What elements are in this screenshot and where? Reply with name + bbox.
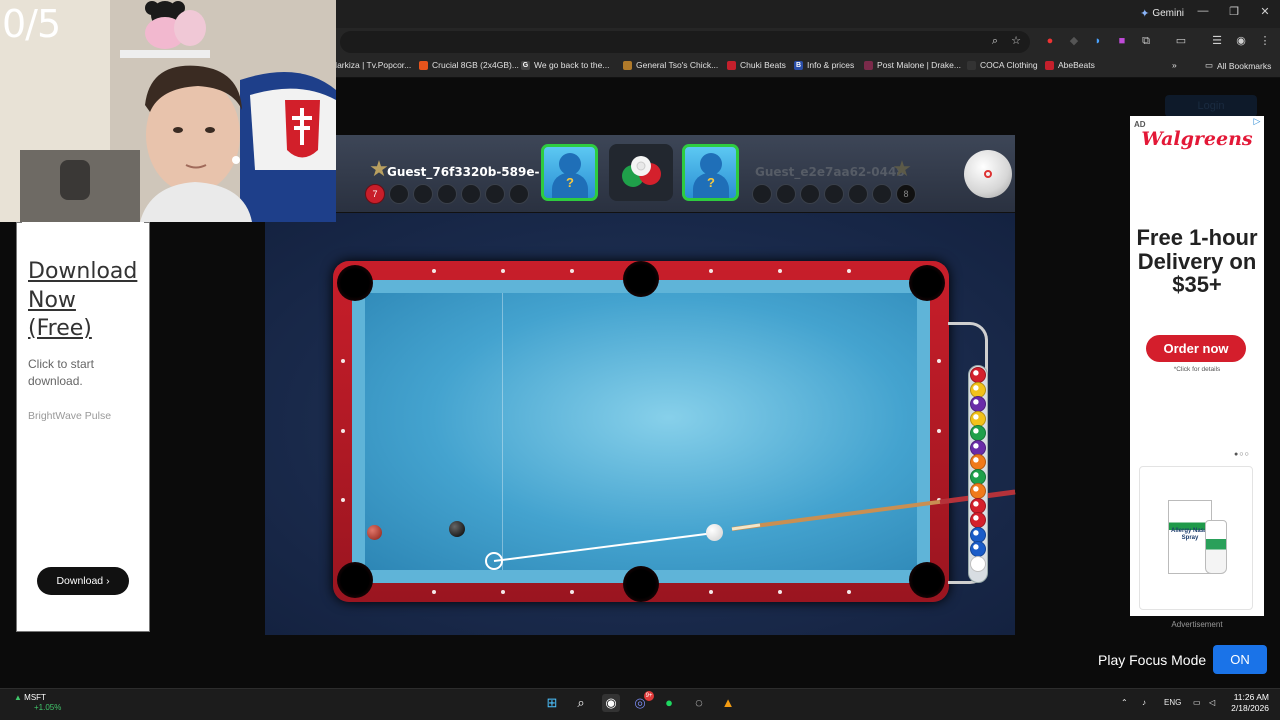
cue-tip <box>731 523 761 531</box>
discord-badge: 9+ <box>644 691 654 701</box>
vlc-icon[interactable]: ▲ <box>719 694 737 712</box>
network-icon[interactable]: ▭ <box>1193 698 1201 707</box>
focus-mode-toggle[interactable]: ON <box>1213 645 1267 674</box>
advertisement-caption: Advertisement <box>1171 620 1223 629</box>
language-indicator[interactable]: ENG <box>1164 698 1181 707</box>
stream-counter: 0/5 <box>2 2 61 46</box>
ball-return-ball <box>970 454 986 470</box>
system-clock[interactable]: 11:26 AM 2/18/2026 <box>1225 692 1269 714</box>
ball-return-ball <box>970 555 986 572</box>
ball-return-ball <box>970 483 986 499</box>
product-box-label: Allergy Nasal Spray <box>1170 528 1210 541</box>
windows-start-icon[interactable]: ⊞ <box>543 694 561 712</box>
clock-date: 2/18/2026 <box>1231 703 1269 713</box>
volume-icon[interactable]: ◁ <box>1209 698 1215 707</box>
right-ad-fine-print: *Click for details <box>1173 366 1221 373</box>
cue-ball[interactable] <box>706 524 723 541</box>
obs-icon[interactable]: ◌ <box>690 694 708 712</box>
ball-return-ball <box>970 512 986 528</box>
microphone-icon[interactable]: ♪ <box>1142 698 1146 707</box>
ball-return-ball <box>970 396 986 412</box>
spotify-icon[interactable]: ● <box>660 694 678 712</box>
play-focus-mode-label: Play Focus Mode <box>1098 652 1207 668</box>
walgreens-logo: Walgreens <box>1141 128 1253 150</box>
ball-return-ball <box>970 367 986 383</box>
order-now-button[interactable]: Order now <box>1146 335 1246 362</box>
stock-widget[interactable]: ▲ MSFT +1.05% <box>14 693 61 713</box>
adchoices-icon[interactable]: ▷ <box>1250 116 1264 128</box>
carousel-dots[interactable]: ●○○ <box>1234 451 1250 458</box>
clock-time: 11:26 AM <box>1233 692 1269 702</box>
ball-return-ball <box>970 541 986 557</box>
ball-return-ball <box>970 425 986 441</box>
screen: ✦ Gemini — ❐ ✕ ⌕ ☆ ● ◆ ◗ ■ ⧉ ▭ ☰ ◉ ⋮ Mar… <box>0 0 1280 720</box>
right-ad-headline: Free 1-hour Delivery on $35+ <box>1136 225 1258 297</box>
search-icon[interactable]: ⌕ <box>572 694 590 712</box>
stock-icon: ▲ <box>14 693 22 702</box>
webcam-overlay: 0/5 <box>0 0 336 222</box>
stock-symbol: MSFT <box>24 693 46 702</box>
chrome-icon[interactable]: ◉ <box>602 694 620 712</box>
nasal-spray-bottle-image <box>1205 520 1227 574</box>
tray-overflow-icon[interactable]: ⌃ <box>1121 698 1128 707</box>
aim-line <box>493 532 715 562</box>
stock-change: +1.05% <box>34 703 62 712</box>
